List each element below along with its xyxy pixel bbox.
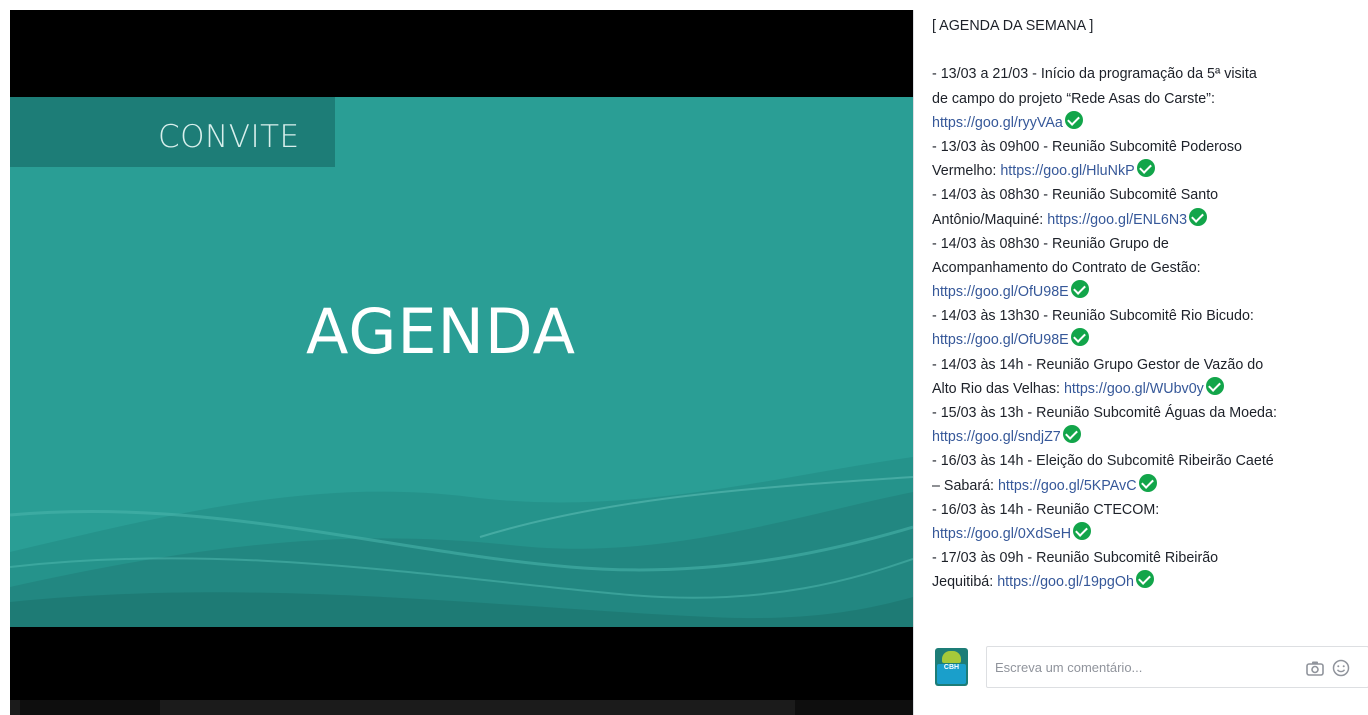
post-line: de campo do projeto “Rede Asas do Carste…: [932, 87, 1367, 111]
post-link[interactable]: https://goo.gl/sndjZ7: [932, 429, 1061, 445]
check-icon: [1064, 110, 1083, 129]
post-line-text: [ AGENDA DA SEMANA ]: [932, 18, 1094, 34]
post-line: - 17/03 às 09h - Reunião Subcomitê Ribei…: [932, 546, 1367, 570]
post-link[interactable]: https://goo.gl/ryyVAa: [932, 115, 1063, 131]
post-line-text: - 15/03 às 13h - Reunião Subcomitê Águas…: [932, 405, 1277, 421]
slide-tag: CONVITE: [158, 119, 300, 155]
post-link[interactable]: https://goo.gl/19pgOh: [997, 574, 1134, 590]
post-line: https://goo.gl/sndjZ7: [932, 425, 1367, 449]
check-icon: [1138, 473, 1157, 492]
post-line: - 14/03 às 14h - Reunião Grupo Gestor de…: [932, 353, 1367, 377]
slide-title: AGENDA: [306, 295, 576, 368]
post-line: Acompanhamento do Contrato de Gestão:: [932, 256, 1367, 280]
slide-image: CONVITE AGENDA: [10, 97, 913, 627]
post-line-text: - 16/03 às 14h - Reunião CTECOM:: [932, 501, 1160, 518]
smiley-icon[interactable]: [1331, 658, 1351, 678]
avatar[interactable]: CBH: [935, 648, 968, 686]
post-line: - 16/03 às 14h - Reunião CTECOM:: [932, 498, 1367, 522]
post-link[interactable]: https://goo.gl/HluNkP: [1000, 163, 1134, 179]
post-link[interactable]: https://goo.gl/OfU98E: [932, 332, 1069, 348]
post-line-text: – Sabará:: [932, 477, 998, 494]
post-line: - 16/03 às 14h - Eleição do Subcomitê Ri…: [932, 449, 1367, 473]
post-line-text: Alto Rio das Velhas:: [932, 380, 1064, 397]
post-line-text: - 16/03 às 14h - Eleição do Subcomitê Ri…: [932, 453, 1274, 470]
check-icon: [1205, 376, 1224, 395]
post-line-text: - 14/03 às 14h - Reunião Grupo Gestor de…: [932, 356, 1264, 373]
post-line: - 14/03 às 08h30 - Reunião Grupo de: [932, 232, 1367, 256]
comment-row: CBH: [914, 636, 1368, 696]
post-line: - 13/03 a 21/03 - Início da programação …: [932, 62, 1367, 86]
post-line-text: - 13/03 às 09h00 - Reunião Subcomitê Pod…: [932, 138, 1242, 155]
post-line: Vermelho: https://goo.gl/HluNkP: [932, 159, 1367, 183]
post-line: - 15/03 às 13h - Reunião Subcomitê Águas…: [932, 401, 1367, 425]
post-line-text: Jequitibá:: [932, 574, 998, 591]
post-link[interactable]: https://goo.gl/5KPAvC: [998, 478, 1137, 494]
check-icon: [1135, 570, 1154, 589]
post-text: [ AGENDA DA SEMANA ] - 13/03 a 21/03 - In…: [932, 14, 1367, 595]
post-link[interactable]: https://goo.gl/WUbv0y: [1064, 381, 1204, 397]
convite-box: CONVITE: [10, 97, 335, 167]
post-line: - 13/03 às 09h00 - Reunião Subcomitê Pod…: [932, 135, 1367, 159]
check-icon: [1073, 521, 1092, 540]
post-line-text: - 13/03 a 21/03 - Início da programação …: [932, 66, 1257, 83]
post-line: - 14/03 às 13h30 - Reunião Subcomitê Rio…: [932, 304, 1367, 328]
viewer-bottom-bar: [10, 700, 913, 715]
post-line: [932, 38, 1367, 62]
post-line: – Sabará: https://goo.gl/5KPAvC: [932, 473, 1367, 498]
post-line-text: - 14/03 às 13h30 - Reunião Subcomitê Rio…: [932, 308, 1254, 325]
post-line: Antônio/Maquiné: https://goo.gl/ENL6N3: [932, 207, 1367, 232]
post-line: https://goo.gl/0XdSeH: [932, 521, 1367, 546]
post-link[interactable]: https://goo.gl/0XdSeH: [932, 526, 1071, 542]
post-line: https://goo.gl/OfU98E: [932, 328, 1367, 352]
check-icon: [1136, 159, 1155, 178]
check-icon: [1070, 280, 1089, 299]
check-icon: [1189, 207, 1208, 226]
post-panel: [ AGENDA DA SEMANA ] - 13/03 a 21/03 - In…: [913, 10, 1368, 715]
avatar-label: CBH: [943, 664, 960, 671]
comment-input[interactable]: [995, 656, 1295, 678]
post-line-text: - 17/03 às 09h - Reunião Subcomitê Ribei…: [932, 550, 1219, 567]
post-line-text: Antônio/Maquiné:: [932, 211, 1048, 228]
post-line: [ AGENDA DA SEMANA ]: [932, 14, 1367, 38]
post-line-text: Vermelho:: [932, 163, 1001, 180]
photo-viewer[interactable]: CONVITE AGENDA: [10, 10, 913, 715]
post-line: Jequitibá: https://goo.gl/19pgOh: [932, 570, 1367, 594]
post-line: - 14/03 às 08h30 - Reunião Subcomitê San…: [932, 183, 1367, 207]
check-icon: [1070, 328, 1089, 347]
camera-icon[interactable]: [1305, 658, 1325, 678]
post-line: Alto Rio das Velhas: https://goo.gl/WUbv…: [932, 376, 1367, 401]
post-line-text: - 14/03 às 08h30 - Reunião Grupo de: [932, 235, 1169, 252]
comment-box[interactable]: [986, 646, 1368, 688]
post-link[interactable]: https://goo.gl/OfU98E: [932, 284, 1069, 300]
post-line-text: - 14/03 às 08h30 - Reunião Subcomitê San…: [932, 187, 1219, 204]
check-icon: [1062, 425, 1081, 444]
post-line-text: Acompanhamento do Contrato de Gestão:: [932, 259, 1201, 276]
post-line: https://goo.gl/OfU98E: [932, 280, 1367, 304]
post-link[interactable]: https://goo.gl/ENL6N3: [1047, 212, 1187, 228]
post-line-text: de campo do projeto “Rede Asas do Carste…: [932, 90, 1215, 107]
post-line: https://goo.gl/ryyVAa: [932, 110, 1367, 135]
